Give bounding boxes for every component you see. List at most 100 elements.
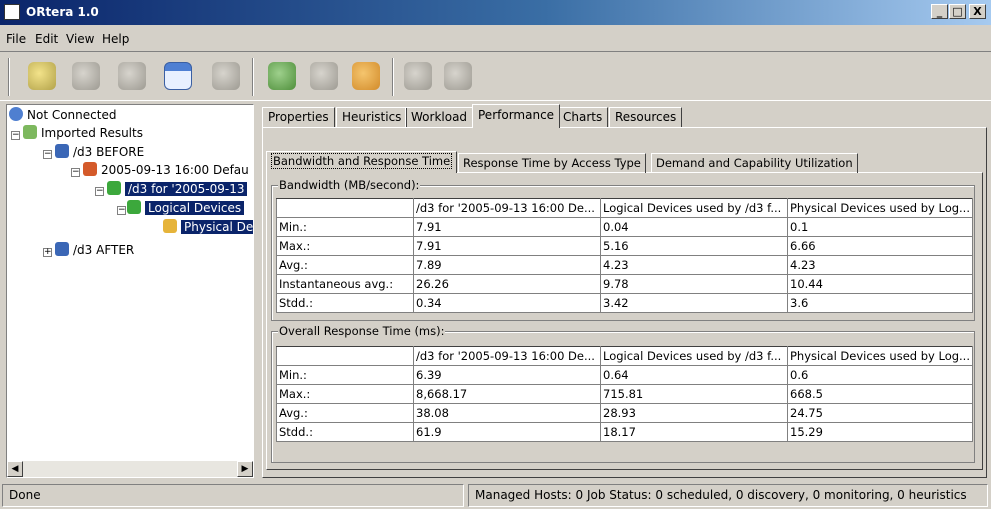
toolbar-separator	[392, 58, 394, 96]
maximize-button[interactable]: □	[949, 4, 966, 19]
table-cell: 9.78	[600, 274, 788, 294]
window-title: ORtera 1.0	[26, 5, 99, 19]
cut-icon[interactable]	[444, 62, 472, 90]
column-header[interactable]: /d3 for '2005-09-13 16:00 De...	[413, 198, 601, 218]
column-header[interactable]: Logical Devices used by /d3 f...	[600, 346, 788, 366]
search-icon[interactable]	[118, 62, 146, 90]
table-cell: 8,668.17	[413, 384, 601, 404]
subtab-demand-capability[interactable]: Demand and Capability Utilization	[651, 153, 858, 173]
status-text: Done	[2, 484, 464, 507]
tab-performance[interactable]: Performance	[472, 104, 561, 128]
collapse-icon[interactable]: −	[11, 131, 20, 140]
table-cell: 26.26	[413, 274, 601, 294]
response-time-table: /d3 for '2005-09-13 16:00 De... Logical D…	[276, 346, 973, 442]
column-header[interactable]	[276, 198, 414, 218]
table-cell: 7.91	[413, 236, 601, 256]
tree-item-d3-after[interactable]: /d3 AFTER	[55, 242, 134, 260]
scroll-left-icon[interactable]: ◀	[7, 461, 23, 477]
import-icon[interactable]	[310, 62, 338, 90]
table-cell: 18.17	[600, 422, 788, 442]
table-cell: 3.42	[600, 293, 788, 313]
refresh-icon[interactable]	[212, 62, 240, 90]
toolbar-separator	[8, 58, 10, 96]
title-bar: ORtera 1.0 _ □ X	[0, 0, 991, 25]
export-icon[interactable]	[352, 62, 380, 90]
table-cell: 715.81	[600, 384, 788, 404]
table-cell: 15.29	[787, 422, 973, 442]
column-header[interactable]: Physical Devices used by Log...	[787, 198, 973, 218]
row-label: Max.:	[276, 384, 414, 404]
tree-horizontal-scrollbar[interactable]: ◀ ▶	[7, 461, 253, 477]
subtab-bandwidth-response[interactable]: Bandwidth and Response Time	[266, 151, 458, 173]
bandwidth-table: /d3 for '2005-09-13 16:00 De... Logical D…	[276, 198, 973, 313]
menu-bar: File Edit View Help	[0, 29, 991, 49]
table-cell: 0.64	[600, 365, 788, 385]
row-label: Avg.:	[276, 403, 414, 423]
row-label: Stdd.:	[276, 293, 414, 313]
table-row: Min.: 7.91 0.04 0.1	[276, 217, 973, 237]
collapse-icon[interactable]: −	[43, 150, 52, 159]
tree-item-physical-devices[interactable]: Physical Dev	[163, 219, 253, 237]
table-row: Max.: 8,668.17 715.81 668.5	[276, 384, 973, 404]
bandwidth-title: Bandwidth (MB/second):	[278, 178, 421, 192]
tab-charts[interactable]: Charts	[557, 107, 609, 127]
new-window-icon[interactable]	[164, 62, 192, 90]
tree-item-d3-before[interactable]: /d3 BEFORE	[55, 144, 144, 162]
download-icon[interactable]	[268, 62, 296, 90]
minimize-button[interactable]: _	[931, 4, 948, 19]
table-cell: 6.66	[787, 236, 973, 256]
table-cell: 7.89	[413, 255, 601, 275]
table-cell: 24.75	[787, 403, 973, 423]
menu-edit[interactable]: Edit	[35, 32, 58, 46]
globe-icon	[9, 107, 23, 121]
table-cell: 5.16	[600, 236, 788, 256]
response-time-title: Overall Response Time (ms):	[278, 324, 446, 338]
column-header[interactable]: Physical Devices used by Log...	[787, 346, 973, 366]
bandwidth-group: Bandwidth (MB/second): /d3 for '2005-09-…	[271, 178, 975, 321]
row-label: Max.:	[276, 236, 414, 256]
close-button[interactable]: X	[969, 4, 986, 19]
network-icon	[55, 242, 69, 256]
table-row: Stdd.: 0.34 3.42 3.6	[276, 293, 973, 313]
column-header[interactable]: /d3 for '2005-09-13 16:00 De...	[413, 346, 601, 366]
connect-icon[interactable]	[28, 62, 56, 90]
menu-view[interactable]: View	[66, 32, 94, 46]
tab-resources[interactable]: Resources	[609, 107, 683, 127]
delete-icon[interactable]	[404, 62, 432, 90]
bandwidth-response-panel: Bandwidth (MB/second): /d3 for '2005-09-…	[266, 172, 983, 470]
tree-item-logical-devices[interactable]: Logical Devices	[127, 200, 245, 218]
tab-heuristics[interactable]: Heuristics	[336, 107, 408, 127]
menu-help[interactable]: Help	[102, 32, 129, 46]
column-header[interactable]	[276, 346, 414, 366]
tree-item-d3-for[interactable]: /d3 for '2005-09-13	[107, 181, 248, 199]
collapse-icon[interactable]: −	[95, 187, 104, 196]
tab-workload[interactable]: Workload	[405, 107, 474, 127]
volume-icon	[107, 181, 121, 195]
table-header-row: /d3 for '2005-09-13 16:00 De... Logical D…	[276, 198, 973, 218]
table-row: Avg.: 38.08 28.93 24.75	[276, 403, 973, 423]
subtab-response-by-access[interactable]: Response Time by Access Type	[458, 153, 646, 173]
table-cell: 0.1	[787, 217, 973, 237]
results-tree: Not Connected − Imported Results − /d3 B…	[6, 104, 254, 478]
collapse-icon[interactable]: −	[71, 168, 80, 177]
scroll-right-icon[interactable]: ▶	[237, 461, 253, 477]
table-cell: 7.91	[413, 217, 601, 237]
tree-item-run[interactable]: 2005-09-13 16:00 Defau	[83, 162, 249, 180]
column-header[interactable]: Logical Devices used by /d3 f...	[600, 198, 788, 218]
table-cell: 668.5	[787, 384, 973, 404]
tree-item-not-connected[interactable]: Not Connected	[9, 107, 116, 125]
row-label: Min.:	[276, 217, 414, 237]
tree-item-imported-results[interactable]: Imported Results	[23, 125, 143, 143]
app-icon	[4, 4, 20, 20]
table-row: Max.: 7.91 5.16 6.66	[276, 236, 973, 256]
expand-icon[interactable]: +	[43, 248, 52, 257]
tab-properties[interactable]: Properties	[262, 107, 335, 127]
row-label: Stdd.:	[276, 422, 414, 442]
disconnect-icon[interactable]	[72, 62, 100, 90]
table-cell: 61.9	[413, 422, 601, 442]
row-label: Instantaneous avg.:	[276, 274, 414, 294]
collapse-icon[interactable]: −	[117, 206, 126, 215]
table-cell: 0.34	[413, 293, 601, 313]
menu-file[interactable]: File	[6, 32, 26, 46]
response-time-group: Overall Response Time (ms): /d3 for '200…	[271, 324, 975, 463]
